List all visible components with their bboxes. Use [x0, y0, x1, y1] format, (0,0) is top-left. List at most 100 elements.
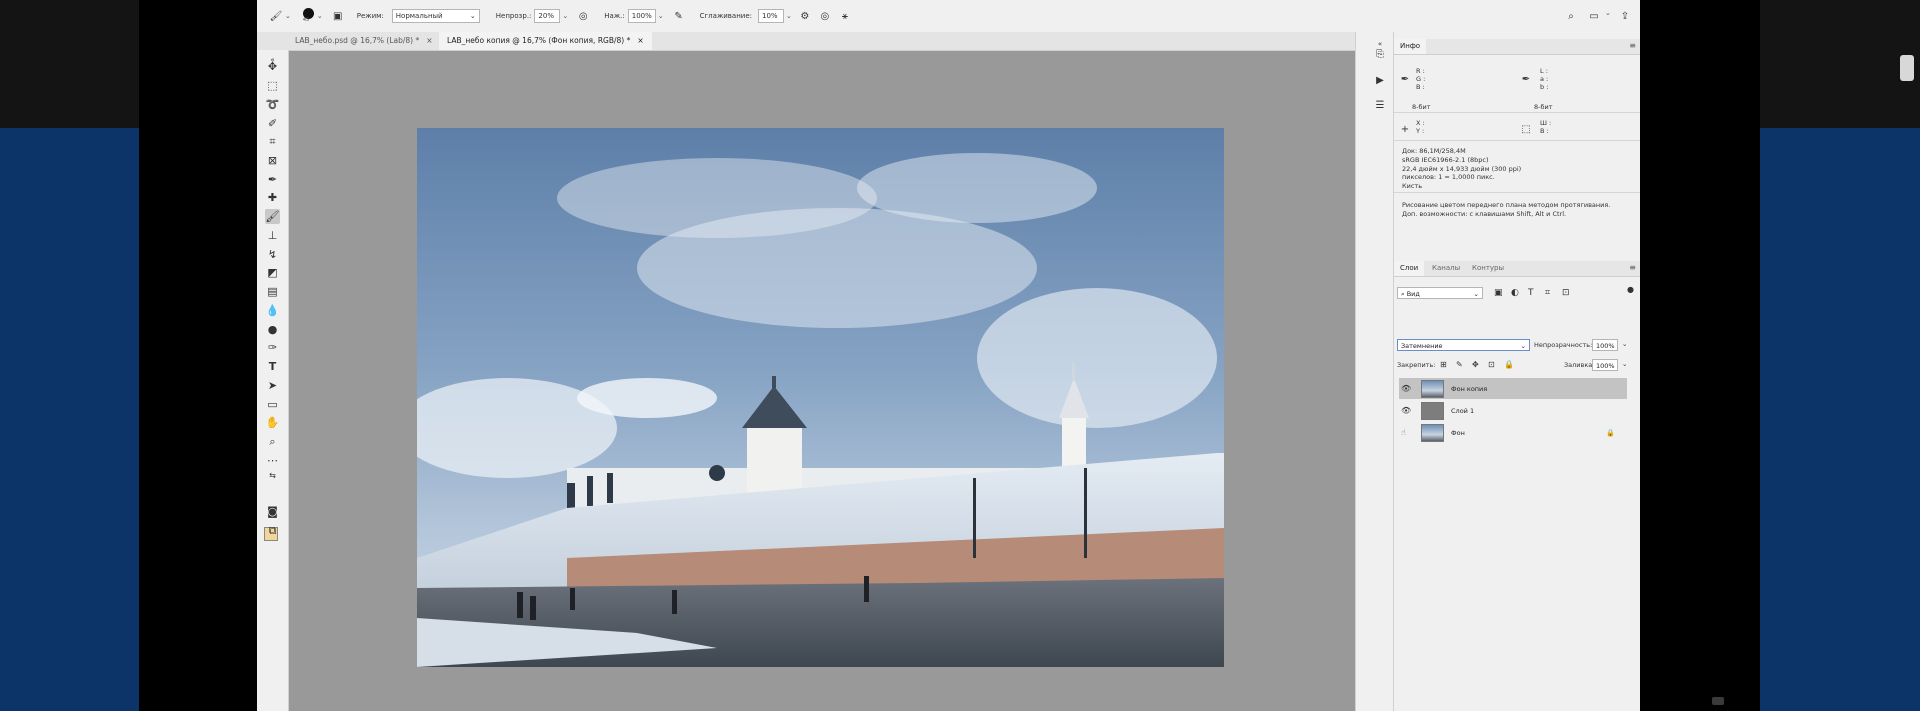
workspace-icon[interactable]: ▭ [1587, 9, 1601, 23]
filter-pixel-icon[interactable]: ▣ [1494, 288, 1503, 298]
gradient-tool-icon[interactable]: ▤ [265, 284, 280, 299]
dodge-tool-icon[interactable]: ● [265, 322, 280, 337]
options-bar: 🖌 ⌄ 45 ⌄ ▣ Режим: Нормальный ⌄ Непрозр.: … [257, 0, 1640, 33]
brush-tool-icon[interactable]: 🖌 [269, 9, 283, 23]
more-tools-icon[interactable]: ⋯ [265, 453, 280, 468]
filter-adjustment-icon[interactable]: ◐ [1511, 288, 1519, 298]
tab-paths[interactable]: Контуры [1466, 261, 1510, 276]
panel-menu-icon[interactable]: ≡ [1629, 41, 1636, 50]
clone-stamp-tool-icon[interactable]: ⊥ [265, 228, 280, 243]
move-tool-icon[interactable]: ✥ [265, 59, 280, 74]
brush-tool-icon[interactable]: 🖌 [265, 209, 280, 224]
share-icon[interactable]: ⇪ [1618, 9, 1632, 23]
rectangle-tool-icon[interactable]: ▭ [265, 397, 280, 412]
chevron-down-icon[interactable]: ⌄ [1622, 360, 1627, 368]
eye-icon[interactable]: 👁 [1401, 384, 1413, 393]
properties-panel-icon[interactable]: ☰ [1373, 98, 1387, 112]
swap-colors-icon[interactable]: ⇆ [265, 468, 280, 483]
lasso-tool-icon[interactable]: ➰ [265, 97, 280, 112]
search-icon[interactable]: ⌕ [1564, 9, 1578, 23]
chevron-down-icon[interactable]: ⌄ [1622, 340, 1627, 348]
tab-info[interactable]: Инфо [1394, 39, 1427, 54]
tab-lab-sky[interactable]: LAB_небо.psd @ 16,7% (Lab/8) * × [287, 32, 441, 50]
lock-all-icon[interactable]: 🔒 [1504, 360, 1514, 369]
hand-cursor-icon[interactable]: ☝ [1401, 428, 1413, 437]
hand-tool-icon[interactable]: ✋ [265, 415, 280, 430]
layer-row[interactable]: ☝ Фон 🔒 [1399, 422, 1627, 443]
filter-toggle-icon[interactable]: ● [1627, 285, 1634, 294]
blur-tool-icon[interactable]: 💧 [265, 303, 280, 318]
layer-row[interactable]: 👁 Фон копия [1399, 378, 1627, 399]
divider [1394, 112, 1640, 113]
fill-input[interactable]: 100% [1592, 359, 1618, 371]
layers-panel-header: Слои Каналы Контуры ≡ [1394, 261, 1640, 277]
chevron-down-icon[interactable]: ⌄ [1605, 9, 1611, 17]
layer-filter-select[interactable]: ⌕ Вид ⌄ [1397, 287, 1483, 299]
layer-row[interactable]: 👁 Слой 1 [1399, 400, 1627, 421]
quick-mask-icon[interactable]: ◙ [265, 504, 280, 519]
symmetry-icon[interactable]: ⚹ [838, 9, 852, 23]
actions-play-icon[interactable]: ▶ [1373, 73, 1387, 87]
filter-smartobject-icon[interactable]: ⊡ [1562, 288, 1570, 298]
mode-label: Режим: [356, 12, 384, 20]
filter-shape-icon[interactable]: ⌗ [1545, 288, 1550, 298]
gear-icon[interactable]: ⚙ [798, 9, 812, 23]
opacity-input[interactable]: 20% [534, 9, 561, 23]
blend-mode-select[interactable]: Затемнение ⌄ [1397, 339, 1530, 351]
page-scrollbar-thumb[interactable] [1900, 55, 1914, 81]
pen-tool-icon[interactable]: ✑ [265, 340, 280, 355]
opacity-label: Непрозр.: [495, 12, 532, 20]
history-brush-tool-icon[interactable]: ↯ [265, 247, 280, 262]
eye-icon[interactable]: 👁 [1401, 406, 1413, 415]
brush-preset-picker[interactable]: 45 [302, 6, 315, 26]
info-hint-line2: Доп. возможности: с клавишами Shift, Alt… [1402, 210, 1567, 218]
filter-type-icon[interactable]: T [1528, 288, 1534, 298]
tab-lab-sky-copy[interactable]: LAB_небо копия @ 16,7% (Фон копия, RGB/8… [439, 32, 652, 50]
lock-artboard-icon[interactable]: ⊡ [1488, 360, 1495, 369]
flow-input[interactable]: 100% [627, 9, 656, 23]
canvas-area[interactable] [289, 51, 1355, 711]
chevron-down-icon[interactable]: ⌄ [317, 12, 323, 20]
history-panel-icon[interactable]: ⎘ [1373, 47, 1387, 61]
smoothing-input[interactable]: 10% [758, 9, 784, 23]
layer-opacity-input[interactable]: 100% [1592, 339, 1618, 351]
screen-mode-icon[interactable]: ⧉ [265, 523, 280, 538]
brush-size-label: 45 [302, 17, 310, 23]
tab-layers[interactable]: Слои [1394, 261, 1425, 276]
quick-selection-tool-icon[interactable]: ✐ [265, 116, 280, 131]
tab-label: LAB_небо копия @ 16,7% (Фон копия, RGB/8… [447, 36, 631, 45]
pressure-size-icon[interactable]: ◎ [818, 9, 832, 23]
type-tool-icon[interactable]: T [265, 359, 280, 374]
frame-tool-icon[interactable]: ⊠ [265, 153, 280, 168]
healing-brush-tool-icon[interactable]: ✚ [265, 190, 280, 205]
lock-position-icon[interactable]: ✥ [1472, 360, 1479, 369]
crop-tool-icon[interactable]: ⌗ [265, 134, 280, 149]
document-image[interactable] [417, 128, 1224, 667]
mode-select[interactable]: Нормальный ⌄ [391, 9, 480, 23]
eyedropper-tool-icon[interactable]: ✒ [265, 172, 280, 187]
marquee-tool-icon[interactable]: ⬚ [265, 78, 280, 93]
panels-column: Инфо ≡ ✒ R : G : B : ✒ L : a : b : 8-бит… [1394, 32, 1640, 711]
lock-pixels-icon[interactable]: ✎ [1456, 360, 1463, 369]
info-hint-line1: Рисование цветом переднего плана методом… [1402, 201, 1611, 209]
chevron-down-icon[interactable]: ⌄ [786, 12, 792, 20]
info-a: a : [1540, 75, 1549, 83]
close-icon[interactable]: × [426, 36, 432, 45]
path-selection-tool-icon[interactable]: ➤ [265, 378, 280, 393]
brush-settings-icon[interactable]: ▣ [331, 9, 345, 23]
lock-transparency-icon[interactable]: ⊞ [1440, 360, 1447, 369]
chevron-down-icon[interactable]: ⌄ [562, 12, 568, 20]
zoom-tool-icon[interactable]: ⌕ [265, 434, 280, 449]
chevron-down-icon[interactable]: ⌄ [658, 12, 664, 20]
close-icon[interactable]: × [637, 36, 643, 45]
info-profile: sRGB IEC61966-2.1 (8bpc) [1402, 156, 1489, 164]
tab-channels[interactable]: Каналы [1426, 261, 1466, 276]
layer-thumbnail [1421, 401, 1444, 420]
pressure-opacity-icon[interactable]: ◎ [576, 9, 590, 23]
panel-menu-icon[interactable]: ≡ [1629, 263, 1636, 272]
chevron-down-icon[interactable]: ⌄ [285, 12, 291, 20]
background-right-bar [1640, 0, 1760, 711]
eraser-tool-icon[interactable]: ◩ [265, 265, 280, 280]
airbrush-icon[interactable]: ✎ [672, 9, 686, 23]
corner-badge-icon [1712, 697, 1724, 705]
